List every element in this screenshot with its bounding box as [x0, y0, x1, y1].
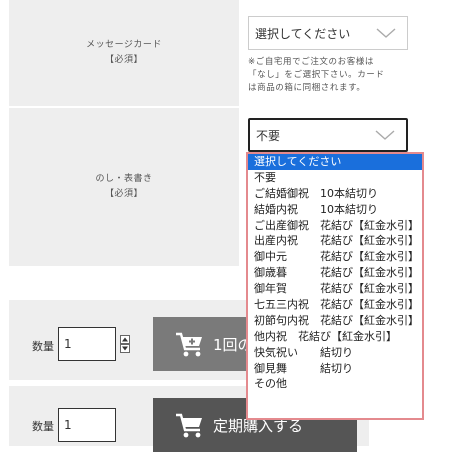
- card-note-line2: 「なし」をご選択下さい。カード: [248, 70, 385, 80]
- stepper-icon[interactable]: [120, 335, 130, 353]
- noshi-dropdown-list[interactable]: 選択してください 不要 ご結婚御祝 10本結切り 結婚内祝 10本結切り ご出産…: [246, 152, 424, 420]
- dropdown-option[interactable]: 七五三内祝 花結び【紅金水引】: [248, 297, 422, 313]
- dropdown-option[interactable]: 御歳暮 花結び【紅金水引】: [248, 265, 422, 281]
- dropdown-option[interactable]: 結婚内祝 10本結切り: [248, 202, 422, 218]
- chevron-down-icon: [376, 28, 396, 38]
- noshi-required: 【必須】: [104, 189, 143, 199]
- dropdown-option[interactable]: その他: [248, 376, 422, 392]
- dropdown-option[interactable]: ご結婚御祝 10本結切り: [248, 186, 422, 202]
- noshi-label-cell: のし・表書き 【必須】: [9, 108, 239, 266]
- dropdown-option[interactable]: 御中元 花結び【紅金水引】: [248, 249, 422, 265]
- message-card-select-value: 選択してください: [255, 26, 351, 41]
- noshi-select-value: 不要: [256, 128, 281, 143]
- message-card-required: 【必須】: [104, 55, 143, 65]
- dropdown-option[interactable]: 他内祝 花結び【紅金水引】: [248, 329, 422, 345]
- message-card-select[interactable]: 選択してください: [248, 16, 408, 50]
- dropdown-option[interactable]: 不要: [248, 170, 422, 186]
- dropdown-option[interactable]: 選択してください: [248, 154, 422, 170]
- quantity-input[interactable]: 1: [58, 408, 116, 442]
- dropdown-option[interactable]: ご出産御祝 花結び【紅金水引】: [248, 218, 422, 234]
- chevron-down-icon: [375, 130, 395, 140]
- cart-plus-icon: [176, 332, 202, 357]
- message-card-title: メッセージカード: [86, 40, 162, 50]
- dropdown-option[interactable]: 御見舞 結切り: [248, 361, 422, 377]
- noshi-title: のし・表書き: [95, 174, 153, 184]
- cart-plus-icon: [176, 413, 202, 438]
- dropdown-option[interactable]: 快気祝い 結切り: [248, 345, 422, 361]
- quantity-input[interactable]: 1: [58, 327, 116, 361]
- message-card-label-cell: メッセージカード 【必須】: [9, 0, 239, 106]
- dropdown-option[interactable]: 出産内祝 花結び【紅金水引】: [248, 233, 422, 249]
- card-note-line1: ※ご自宅用でご注文のお客様は: [248, 57, 375, 67]
- dropdown-option[interactable]: 御年賀 花結び【紅金水引】: [248, 281, 422, 297]
- quantity-label: 数量: [32, 340, 54, 353]
- card-note: ※ご自宅用でご注文のお客様は 「なし」をご選択下さい。カード は商品の箱に同梱さ…: [248, 56, 438, 95]
- quantity-label: 数量: [32, 420, 54, 433]
- dropdown-option[interactable]: 初節句内祝 花結び【紅金水引】: [248, 313, 422, 329]
- card-note-line3: は商品の箱に同梱されます。: [248, 83, 366, 93]
- noshi-select[interactable]: 不要: [248, 118, 408, 152]
